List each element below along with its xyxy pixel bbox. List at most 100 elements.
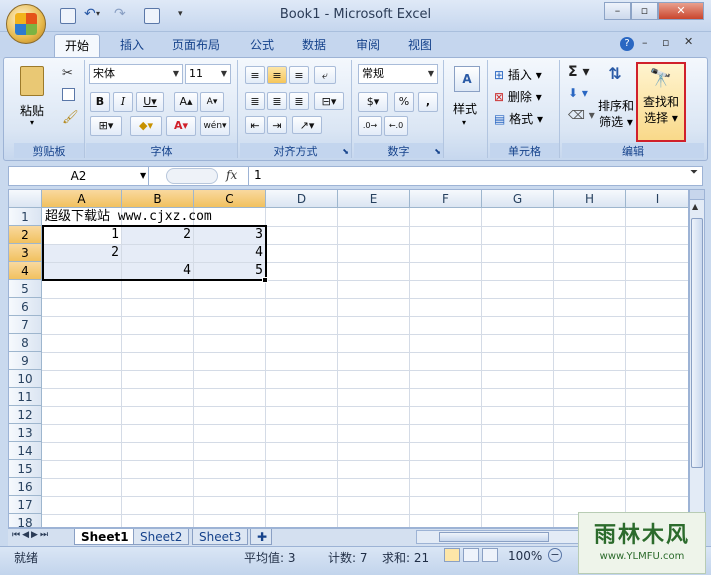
bold-button[interactable]: B (90, 92, 110, 112)
split-box[interactable] (690, 190, 704, 200)
percent-button[interactable]: % (394, 92, 414, 112)
column-header[interactable]: H (554, 190, 626, 208)
row-header[interactable]: 11 (9, 388, 42, 406)
row-header[interactable]: 3 (9, 244, 42, 262)
borders-button[interactable]: ⊞▾ (90, 116, 122, 136)
row-header[interactable]: 15 (9, 460, 42, 478)
copy-icon[interactable] (62, 88, 75, 101)
tab-formulas[interactable]: 公式 (240, 34, 284, 58)
styles-icon[interactable]: A (454, 66, 480, 92)
align-top-icon[interactable]: ≡ (245, 66, 265, 84)
column-header[interactable]: I (626, 190, 688, 208)
minimize-button[interactable]: – (604, 2, 631, 20)
tab-home[interactable]: 开始 (54, 34, 101, 58)
increase-decimal-icon[interactable]: .0→ (358, 116, 382, 136)
styles-button[interactable]: 样式 (453, 100, 477, 117)
sheet-tab[interactable]: Sheet3 (192, 529, 249, 545)
name-box[interactable]: A2 (9, 167, 149, 185)
row-header[interactable]: 4 (9, 262, 42, 280)
align-middle-icon[interactable]: ≡ (267, 66, 287, 84)
column-header[interactable]: D (266, 190, 338, 208)
align-bottom-icon[interactable]: ≡ (289, 66, 309, 84)
delete-cells-button[interactable]: ⊠ 删除 ▾ (494, 88, 542, 105)
row-header[interactable]: 16 (9, 478, 42, 496)
row-header[interactable]: 5 (9, 280, 42, 298)
autosum-icon[interactable]: Σ ▾ (568, 64, 589, 80)
paste-icon[interactable] (20, 66, 44, 96)
fill-handle[interactable] (262, 277, 268, 283)
tab-data[interactable]: 数据 (292, 34, 336, 58)
wrap-text-icon[interactable]: ⤶ (314, 66, 336, 84)
zoom-level[interactable]: 100% (508, 549, 542, 563)
row-header[interactable]: 13 (9, 424, 42, 442)
paste-button[interactable]: 粘贴 (20, 102, 44, 119)
row-header[interactable]: 14 (9, 442, 42, 460)
tab-page-layout[interactable]: 页面布局 (162, 34, 230, 58)
number-format-combo[interactable]: 常规 ▼ (358, 64, 438, 84)
grow-font-button[interactable]: A▴ (174, 92, 198, 112)
column-header[interactable]: G (482, 190, 554, 208)
scroll-thumb[interactable] (691, 218, 703, 468)
column-header[interactable]: B (122, 190, 194, 208)
row-header[interactable]: 8 (9, 334, 42, 352)
insert-sheet-icon[interactable]: ✚ (250, 529, 272, 545)
expand-formula-bar-icon[interactable]: ⏷ (690, 167, 698, 178)
styles-dropdown-icon[interactable]: ▾ (462, 118, 466, 127)
sheet-tab[interactable]: Sheet2 (133, 529, 190, 545)
close-button[interactable]: ✕ (658, 2, 704, 20)
comma-button[interactable]: , (418, 92, 438, 112)
row-header[interactable]: 7 (9, 316, 42, 334)
decrease-decimal-icon[interactable]: ←.0 (384, 116, 408, 136)
row-header[interactable]: 2 (9, 226, 42, 244)
sort-filter-button[interactable]: 排序和 筛选 ▾ (598, 98, 634, 130)
scroll-up-icon[interactable]: ▲ (692, 202, 698, 211)
tab-view[interactable]: 视图 (398, 34, 442, 58)
fill-icon[interactable]: ⬇ ▾ (568, 86, 588, 100)
sort-filter-icon[interactable]: ⇅ (600, 64, 630, 92)
sheet-tab[interactable]: Sheet1 (74, 529, 136, 545)
restore-button[interactable]: ▫ (631, 2, 658, 20)
font-size-combo[interactable]: 11 ▼ (185, 64, 231, 84)
format-cells-button[interactable]: ▤ 格式 ▾ (494, 110, 543, 127)
h-scroll-thumb[interactable] (439, 532, 549, 542)
sheet-nav-icons[interactable]: ⏮◀▶⏭ (12, 530, 50, 540)
column-header[interactable]: A (42, 190, 122, 208)
office-button[interactable] (6, 4, 46, 44)
formula-bar-splitter[interactable] (166, 168, 218, 184)
zoom-out-icon[interactable]: − (548, 548, 562, 562)
doc-close-icon[interactable]: ✕ (684, 35, 693, 48)
align-left-icon[interactable]: ≣ (245, 92, 265, 110)
orientation-icon[interactable]: ↗▾ (292, 116, 322, 134)
row-header[interactable]: 1 (9, 208, 42, 226)
insert-cells-button[interactable]: ⊞ 插入 ▾ (494, 66, 542, 83)
formula-input[interactable]: 1 (254, 168, 262, 182)
page-layout-view-icon[interactable] (463, 548, 479, 562)
row-header[interactable]: 10 (9, 370, 42, 388)
align-center-icon[interactable]: ≣ (267, 92, 287, 110)
column-header[interactable]: E (338, 190, 410, 208)
dialog-launcher-icon[interactable]: ⬊ (342, 147, 349, 156)
format-painter-icon[interactable]: 🖌 (62, 110, 79, 125)
row-header[interactable]: 17 (9, 496, 42, 514)
doc-minimize-icon[interactable]: – (642, 36, 648, 49)
name-box-dropdown-icon[interactable]: ▼ (140, 171, 146, 180)
increase-indent-icon[interactable]: ⇥ (267, 116, 287, 134)
insert-function-icon[interactable]: fx (226, 168, 237, 182)
fill-color-button[interactable]: ◆▾ (130, 116, 162, 136)
italic-button[interactable]: I (113, 92, 133, 112)
vertical-scrollbar[interactable]: ▲ ▼ (689, 189, 705, 528)
row-header[interactable]: 12 (9, 406, 42, 424)
tab-review[interactable]: 审阅 (346, 34, 390, 58)
align-right-icon[interactable]: ≣ (289, 92, 309, 110)
paste-dropdown-icon[interactable]: ▾ (30, 118, 34, 127)
accounting-format-icon[interactable]: $▾ (358, 92, 388, 112)
font-color-button[interactable]: A▾ (166, 116, 196, 136)
page-break-view-icon[interactable] (482, 548, 498, 562)
cell-a1[interactable]: 超级下载站 www.cjxz.com (42, 208, 266, 226)
normal-view-icon[interactable] (444, 548, 460, 562)
find-select-button[interactable]: 🔭 查找和 选择 ▾ (636, 62, 686, 142)
shrink-font-button[interactable]: A▾ (200, 92, 224, 112)
tab-insert[interactable]: 插入 (110, 34, 154, 58)
clear-icon[interactable]: ⌫ ▾ (568, 108, 595, 122)
font-name-combo[interactable]: 宋体 ▼ (89, 64, 183, 84)
